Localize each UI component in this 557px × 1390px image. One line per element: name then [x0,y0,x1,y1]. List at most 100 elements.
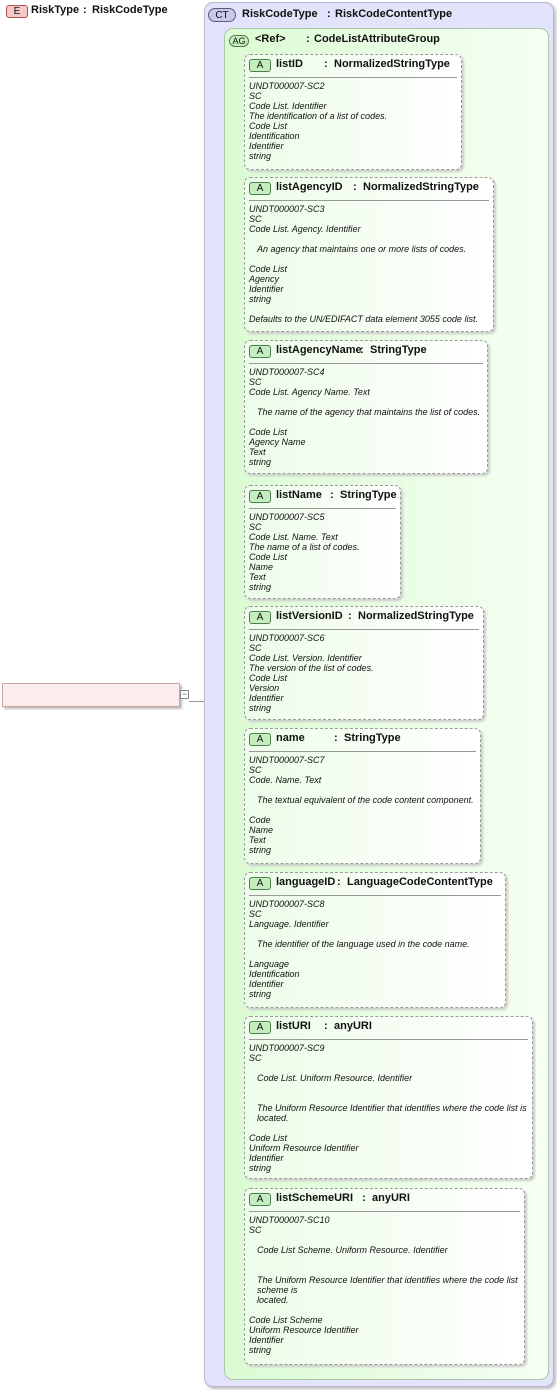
doc-line: Code List. Name. Text [249,532,338,542]
attribute-badge: A [249,490,271,503]
doc-line: SC [249,909,262,919]
doc-line: located. [257,1295,289,1305]
element-type: RiskCodeType [92,4,168,16]
doc-line: UNDT000007-SC9 [249,1043,325,1053]
doc-line: Uniform Resource Identifier [249,1325,359,1335]
doc-line: The version of the list of codes. [249,663,374,673]
attribute-group-separator: : [306,33,310,45]
doc-line: Code List. Agency Name. Text [249,387,370,397]
attribute-divider [249,77,457,78]
doc-line: Identifier [249,1335,284,1345]
doc-line: Defaults to the UN/EDIFACT data element … [249,314,478,324]
doc-line: The identification of a list of codes. [249,111,388,121]
attribute-documentation: UNDT000007-SC6 SC Code List. Version. Iden… [249,633,479,713]
doc-line: SC [249,377,262,387]
attribute-separator: : [353,181,357,193]
doc-line: SC [249,643,262,653]
attribute-badge: A [249,345,271,358]
attribute-badge: A [249,1021,271,1034]
attribute-documentation: UNDT000007-SC10 SC Code List Scheme. Unif… [249,1215,520,1355]
doc-line: The name of a list of codes. [249,542,360,552]
attribute-type: anyURI [372,1192,410,1204]
doc-line: string [249,989,272,999]
attribute-badge: A [249,877,271,890]
attribute-group-badge: AG [229,35,249,47]
element-box-risktype[interactable] [2,683,180,707]
attribute-documentation: UNDT000007-SC2 SC Code List. Identifier The… [249,81,457,161]
doc-line: Code List [249,264,288,274]
attribute-separator: : [348,610,352,622]
attribute-name: listID [276,58,303,70]
doc-line [249,234,489,244]
doc-line: Code List [249,121,288,131]
attribute-type: StringType [340,489,397,501]
doc-line: Text [249,835,266,845]
attribute-separator: : [360,344,364,356]
doc-line: Code List [249,1133,288,1143]
doc-line: SC [249,91,262,101]
doc-line: string [249,845,272,855]
attribute-name: listVersionID [276,610,343,622]
attribute-type: LanguageCodeContentType [347,876,493,888]
doc-line: string [249,151,272,161]
doc-line: UNDT000007-SC3 [249,204,325,214]
attribute-documentation: UNDT000007-SC5 SC Code List. Name. Text The… [249,512,396,592]
doc-line: UNDT000007-SC8 [249,899,325,909]
doc-line: SC [249,1053,262,1063]
attribute-documentation: UNDT000007-SC3 SC Code List. Agency. Ident… [249,204,489,324]
attribute-separator: : [362,1192,366,1204]
attribute-type: NormalizedStringType [334,58,450,70]
attribute-type: StringType [344,732,401,744]
doc-line: Code List [249,427,288,437]
doc-line: UNDT000007-SC2 [249,81,325,91]
doc-line: UNDT000007-SC7 [249,755,325,765]
doc-line: UNDT000007-SC6 [249,633,325,643]
doc-line: string [249,582,272,592]
doc-line: SC [249,1225,262,1235]
complex-type-separator: : [327,8,331,20]
doc-line: UNDT000007-SC4 [249,367,325,377]
doc-line: Name [249,825,274,835]
element-badge: E [6,5,28,18]
doc-line: The Uniform Resource Identifier that ide… [257,1103,527,1123]
doc-line: Code List [249,552,288,562]
doc-line: Agency Name [249,437,306,447]
doc-line: Code List. Agency. Identifier [249,224,361,234]
doc-line: Code. Name. Text [249,775,322,785]
doc-line: Text [249,447,266,457]
attribute-type: NormalizedStringType [358,610,474,622]
doc-line: Identifier [249,693,284,703]
doc-line [249,304,489,314]
doc-line: string [249,1345,272,1355]
attribute-type: NormalizedStringType [363,181,479,193]
doc-line: Identification [249,131,300,141]
doc-line: Code List Scheme [249,1315,323,1325]
doc-line [249,929,501,939]
attribute-name: name [276,732,305,744]
doc-line: string [249,457,272,467]
doc-line: string [249,294,272,304]
doc-line: Identifier [249,1153,284,1163]
collapse-toggle-icon[interactable]: − [180,690,189,699]
attribute-badge: A [249,1193,271,1206]
doc-line: An agency that maintains one or more lis… [257,244,467,254]
attribute-name: languageID [276,876,336,888]
doc-line [249,1255,520,1265]
attribute-divider [249,1039,528,1040]
attribute-divider [249,629,479,630]
complex-type-name: RiskCodeType [242,8,318,20]
attribute-type: anyURI [334,1020,372,1032]
doc-line [249,1265,520,1275]
doc-line: The Uniform Resource Identifier that ide… [257,1275,518,1295]
attribute-badge: A [249,733,271,746]
attribute-name: listAgencyName [276,344,362,356]
doc-line: UNDT000007-SC10 [249,1215,330,1225]
doc-line: Code List. Identifier [249,101,327,111]
doc-line [249,254,489,264]
attribute-documentation: UNDT000007-SC4 SC Code List. Agency Name. … [249,367,483,467]
doc-line: Language. Identifier [249,919,329,929]
doc-line: Code List Scheme. Uniform Resource. Iden… [257,1245,448,1255]
doc-line: The identifier of the language used in t… [257,939,470,949]
doc-line: SC [249,214,262,224]
attribute-name: listName [276,489,322,501]
